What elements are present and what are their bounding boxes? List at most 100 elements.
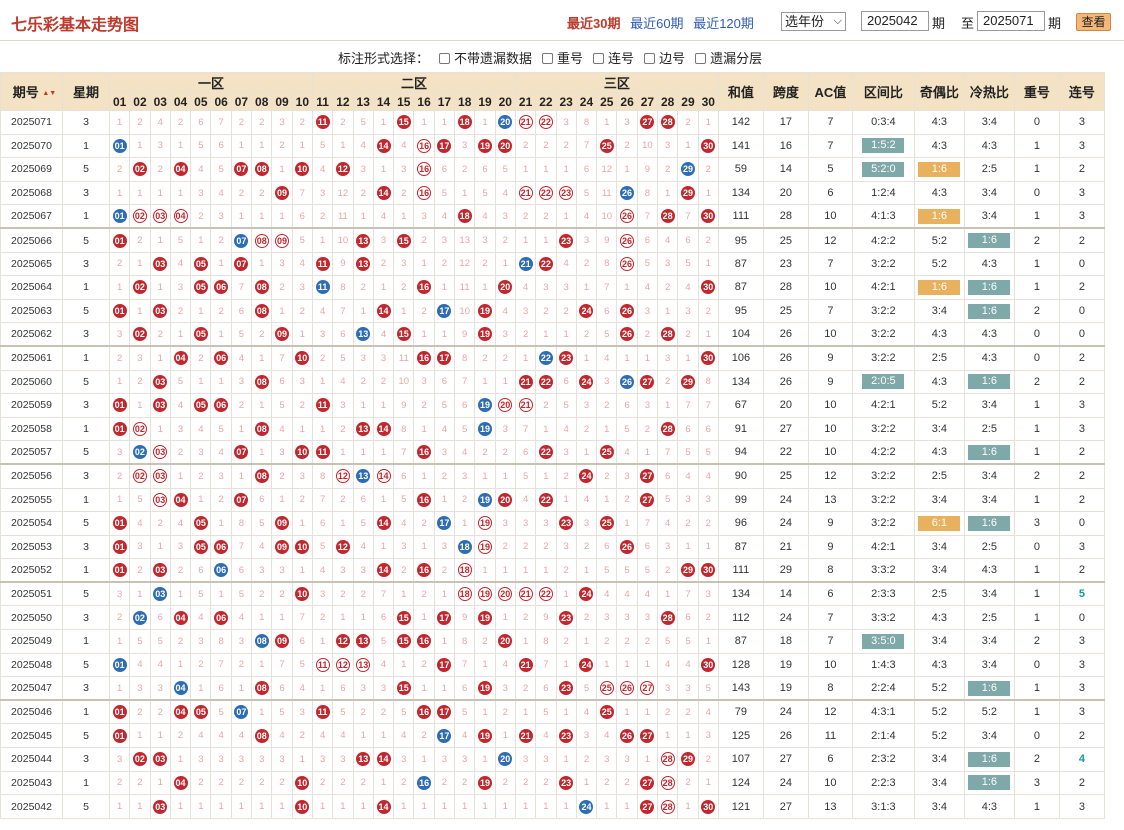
option-label: 重号	[557, 51, 584, 66]
number-cell: 8	[311, 463, 334, 489]
number-cell: 2	[535, 298, 557, 324]
number-cell: 01	[108, 534, 131, 560]
table-row: 2025048 5 01 4 4 1 2 7 2 1 7 5 11 12 13 4 1 2 17 7 1 4 21 7 1 24 1…	[0, 652, 1105, 678]
number-cell: 02	[129, 322, 151, 347]
repeat-cell: 2	[1013, 463, 1060, 489]
number-cell: 4	[372, 652, 395, 678]
number-cell: 1	[697, 322, 719, 347]
number-ball: 26	[620, 186, 635, 201]
number-cell: 21	[514, 251, 537, 277]
repeat-cell: 1	[1013, 275, 1060, 300]
number-cell: 1	[108, 794, 131, 819]
number-cell: 2	[108, 157, 131, 182]
number-cell: 10	[636, 133, 659, 159]
number-cell: 23	[555, 770, 577, 796]
number-cell: 22	[535, 251, 557, 277]
number-ball: 08	[254, 280, 269, 295]
number-cell: 2	[352, 581, 374, 607]
sort-icon[interactable]: ▲▼	[42, 90, 56, 97]
ratio-tag: 3:5:0	[862, 633, 905, 649]
odd-even-cell: 2:5	[913, 463, 965, 489]
recent-120-link[interactable]: 最近120期	[693, 16, 754, 31]
number-cell: 26	[616, 676, 638, 701]
number-cell: 5	[190, 133, 212, 159]
number-ball: 08	[254, 728, 269, 743]
number-cell: 27	[636, 110, 659, 135]
number-ball: 19	[477, 516, 492, 531]
number-cell: 4	[393, 723, 415, 749]
number-ball: 24	[579, 799, 594, 814]
number-ball: 15	[396, 634, 411, 649]
number-cell: 05	[190, 251, 212, 277]
number-ball: 11	[315, 115, 330, 130]
number-cell: 2	[616, 770, 638, 796]
number-header: 02	[129, 92, 151, 111]
hot-cold-cell: 4:3	[963, 133, 1015, 159]
repeat-cell: 1	[1013, 699, 1060, 725]
col-qihao[interactable]: 期号 ▲▼	[0, 72, 63, 111]
number-ball: 10	[295, 587, 310, 602]
ratio-tag: 5:2:0	[862, 161, 905, 177]
miss-layer-checkbox[interactable]	[695, 53, 707, 64]
sum-cell: 67	[717, 393, 764, 418]
odd-even-cell: 2:5	[913, 345, 965, 371]
number-ball: 19	[477, 539, 492, 554]
number-header: 11	[311, 92, 334, 111]
number-cell: 4	[372, 322, 395, 347]
number-ball: 24	[579, 304, 594, 319]
number-cell: 05	[190, 322, 212, 347]
end-period-input[interactable]: 2025071	[977, 11, 1045, 31]
number-ball: 14	[376, 138, 391, 153]
number-cell: 1	[616, 345, 638, 371]
number-cell: 4	[636, 275, 659, 300]
start-period-input[interactable]: 2025042	[861, 11, 929, 31]
number-cell: 1	[596, 652, 618, 678]
odd-even-cell: 3:4	[913, 487, 965, 513]
year-select[interactable]: 选年份 ⌵	[781, 12, 846, 31]
ac-cell: 5	[807, 157, 853, 182]
number-ball: 02	[132, 445, 147, 460]
number-cell: 27	[636, 463, 659, 489]
number-cell: 04	[169, 770, 192, 796]
number-ball: 23	[559, 186, 574, 201]
number-ball: 15	[396, 610, 411, 625]
consecutive-checkbox[interactable]	[593, 53, 605, 64]
number-cell: 02	[129, 416, 151, 442]
number-cell: 2	[352, 275, 374, 300]
number-cell: 1	[352, 605, 374, 631]
weekday-cell: 3	[62, 322, 110, 347]
edge-checkbox[interactable]	[644, 53, 656, 64]
number-cell: 1	[474, 794, 496, 819]
recent-60-link[interactable]: 最近60期	[630, 16, 683, 31]
number-ball: 20	[498, 138, 513, 153]
number-ball: 14	[376, 563, 391, 578]
consecutive-cell: 3	[1058, 794, 1105, 819]
number-cell: 4	[251, 534, 273, 560]
number-cell: 1	[616, 157, 638, 182]
number-cell: 1	[677, 133, 699, 159]
number-cell: 1	[413, 251, 435, 277]
number-cell: 4	[596, 723, 618, 749]
number-ball: 16	[417, 162, 432, 177]
number-cell: 1	[372, 723, 395, 749]
number-cell: 5	[271, 699, 293, 725]
number-cell: 14	[372, 558, 395, 583]
number-cell: 4	[575, 487, 598, 513]
number-cell: 14	[372, 511, 395, 536]
weekday-cell: 5	[62, 794, 110, 819]
number-cell: 3	[352, 558, 374, 583]
repeat-checkbox[interactable]	[542, 53, 554, 64]
number-cell: 4	[474, 204, 496, 229]
no-miss-checkbox[interactable]	[439, 53, 451, 64]
span-cell: 18	[762, 629, 809, 654]
number-cell: 3	[393, 157, 415, 182]
query-button[interactable]: 查看	[1076, 13, 1111, 31]
number-ball: 28	[660, 327, 675, 342]
number-ball: 19	[477, 775, 492, 790]
odd-even-cell: 4:3	[913, 110, 965, 135]
recent-30-link[interactable]: 最近30期	[567, 16, 620, 31]
number-ball: 20	[498, 280, 513, 295]
number-cell: 1	[535, 322, 557, 347]
ac-cell: 6	[807, 581, 853, 607]
number-cell: 1	[372, 487, 395, 513]
